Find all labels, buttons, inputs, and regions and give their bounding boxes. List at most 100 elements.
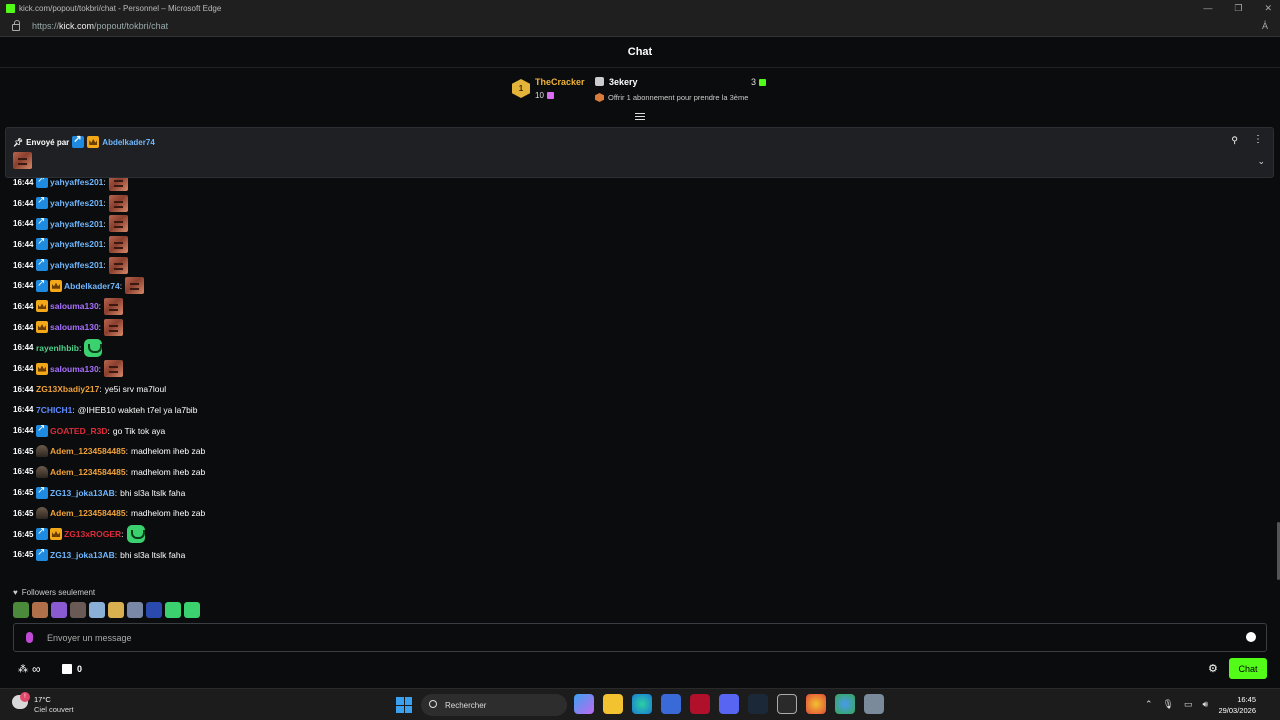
emote-icon[interactable] (184, 602, 200, 618)
close-button[interactable]: ✕ (1264, 0, 1272, 16)
user-badges (36, 278, 62, 292)
message-username[interactable]: Abdelkader74 (64, 281, 120, 291)
vip-badge-icon (36, 236, 48, 251)
url-path: /popout/tokbri/chat (94, 21, 169, 31)
emote-icon[interactable] (146, 602, 162, 618)
copilot-icon[interactable] (574, 694, 594, 714)
store-icon[interactable] (62, 664, 72, 674)
message-username[interactable]: Adem_1234584485 (50, 446, 126, 456)
heart-icon: ♥ (13, 588, 18, 597)
weather-temp[interactable]: 17°C (34, 695, 51, 704)
message-separator: : (103, 177, 106, 188)
edge-icon[interactable] (632, 694, 652, 714)
vip-badge-icon (36, 216, 48, 230)
pinned-sent-by: Envoyé par (26, 137, 70, 147)
gift-box-icon (595, 77, 604, 86)
avatar-badge-icon (36, 507, 48, 520)
message-username[interactable]: ZG13xROGER (64, 529, 121, 539)
message-username[interactable]: yahyaffes201 (50, 198, 103, 208)
message-username[interactable]: yahyaffes201 (50, 219, 103, 229)
message-username[interactable]: ZG13_joka13AB (50, 488, 115, 498)
leader-second-count: 3 (751, 77, 767, 87)
chat-title: Chat (627, 46, 653, 58)
message-username[interactable]: Adem_1234584485 (50, 508, 126, 518)
settings-app-icon[interactable] (864, 694, 884, 714)
app-icon[interactable] (777, 694, 797, 714)
settings-gear-icon[interactable]: ⚙ (1208, 662, 1218, 675)
emote-icon[interactable] (70, 602, 86, 618)
discord-icon[interactable] (719, 694, 739, 714)
emote-icon[interactable] (127, 602, 143, 618)
emote-icon[interactable] (89, 602, 105, 618)
emoji-picker-icon[interactable] (1246, 632, 1256, 642)
message-separator: : (98, 363, 102, 374)
taskbar-clock[interactable]: 16:45 29/03/2026 (1218, 694, 1256, 716)
user-badges (36, 236, 48, 251)
restore-button[interactable]: ❐ (1234, 0, 1242, 16)
emote-icon[interactable] (13, 602, 29, 618)
message-time: 16:44 (13, 301, 34, 311)
crown-badge-icon (36, 321, 48, 334)
taskbar-search[interactable]: Rechercher (421, 694, 567, 716)
chat-message: 16:44 salouma130: (13, 317, 1263, 338)
message-username[interactable]: ZG13_joka13AB (50, 550, 115, 560)
message-username[interactable]: GOATED_R3D (50, 426, 107, 436)
network-icon[interactable]: ▭ (1184, 699, 1193, 710)
windows-start-icon[interactable] (396, 697, 412, 713)
face-emote-icon (108, 215, 128, 233)
offer-subscription-text[interactable]: Offrir 1 abonnement pour prendre la 3ème (608, 93, 748, 102)
chat-message: 16:45 ZG13_joka13AB:bhi sl3a ltslk faha (13, 544, 1263, 565)
message-username[interactable]: yahyaffes201 (50, 239, 103, 249)
chat-message: 16:44 7CHICH1: @IHEB10 wakteh t7el ya la7b… (13, 400, 1263, 421)
crown-badge-icon (36, 362, 48, 375)
message-username[interactable]: yahyaffes201 (50, 260, 103, 270)
emote-icon[interactable] (108, 602, 124, 618)
message-username[interactable]: ZG13Xbadiy217 (36, 384, 99, 394)
infinity-icon[interactable]: ∞ (32, 662, 41, 676)
leader-first-name[interactable]: TheCracker (535, 77, 585, 87)
vip-badge-icon (36, 485, 48, 499)
chrome-profile-icon[interactable] (835, 694, 855, 714)
chevron-up-icon[interactable]: ⌃ (1145, 699, 1153, 710)
microphone-tray-icon[interactable]: 🎙︎ (1163, 699, 1174, 710)
file-explorer-icon[interactable] (603, 694, 623, 714)
chrome-icon[interactable] (806, 694, 826, 714)
chevron-down-icon[interactable]: ⌄ (1257, 156, 1265, 167)
message-username[interactable]: yahyaffes201 (50, 177, 103, 187)
collapse-leaderboard-icon[interactable] (634, 111, 646, 121)
message-username[interactable]: salouma130 (50, 364, 99, 374)
lock-icon[interactable] (12, 20, 20, 31)
store-app-icon[interactable] (661, 694, 681, 714)
points-icon[interactable]: ⁂ (18, 664, 28, 675)
reader-mode-icon[interactable]: A᷾ (1262, 21, 1268, 31)
pinned-username[interactable]: Abdelkader74 (102, 138, 154, 147)
weather-condition[interactable]: Ciel couvert (34, 705, 74, 714)
taskbar-apps (574, 694, 884, 714)
emote-icon[interactable] (32, 602, 48, 618)
emote-icon[interactable] (51, 602, 67, 618)
unpin-icon[interactable]: ⚲ (1231, 135, 1238, 146)
message-username[interactable]: rayenlhbib (36, 343, 79, 353)
message-time: 16:44 (13, 343, 34, 353)
adobe-icon[interactable] (690, 694, 710, 714)
message-separator: : (114, 487, 118, 498)
message-username[interactable]: 7CHICH1 (36, 405, 72, 415)
microphone-icon[interactable] (26, 632, 33, 643)
message-separator: : (98, 322, 102, 333)
crown-badge-icon (50, 528, 62, 541)
minimize-button[interactable]: — (1203, 0, 1212, 16)
message-input[interactable] (47, 629, 1227, 647)
steam-icon[interactable] (748, 694, 768, 714)
message-separator: : (103, 260, 106, 271)
green-emote-icon (84, 338, 103, 357)
leader-second-name[interactable]: 3ekery (609, 77, 638, 87)
message-username[interactable]: Adem_1234584485 (50, 467, 126, 477)
emote-icon[interactable] (165, 602, 181, 618)
address-bar[interactable]: https:// kick.com /popout/tokbri/chat A᷾ (0, 16, 1280, 37)
message-username[interactable]: salouma130 (50, 322, 99, 332)
more-options-icon[interactable]: ⋮ (1253, 134, 1263, 145)
message-username[interactable]: salouma130 (50, 301, 99, 311)
message-separator: : (103, 218, 106, 229)
volume-icon[interactable]: 🔊︎ (1203, 699, 1209, 710)
send-chat-button[interactable]: Chat (1229, 658, 1267, 679)
